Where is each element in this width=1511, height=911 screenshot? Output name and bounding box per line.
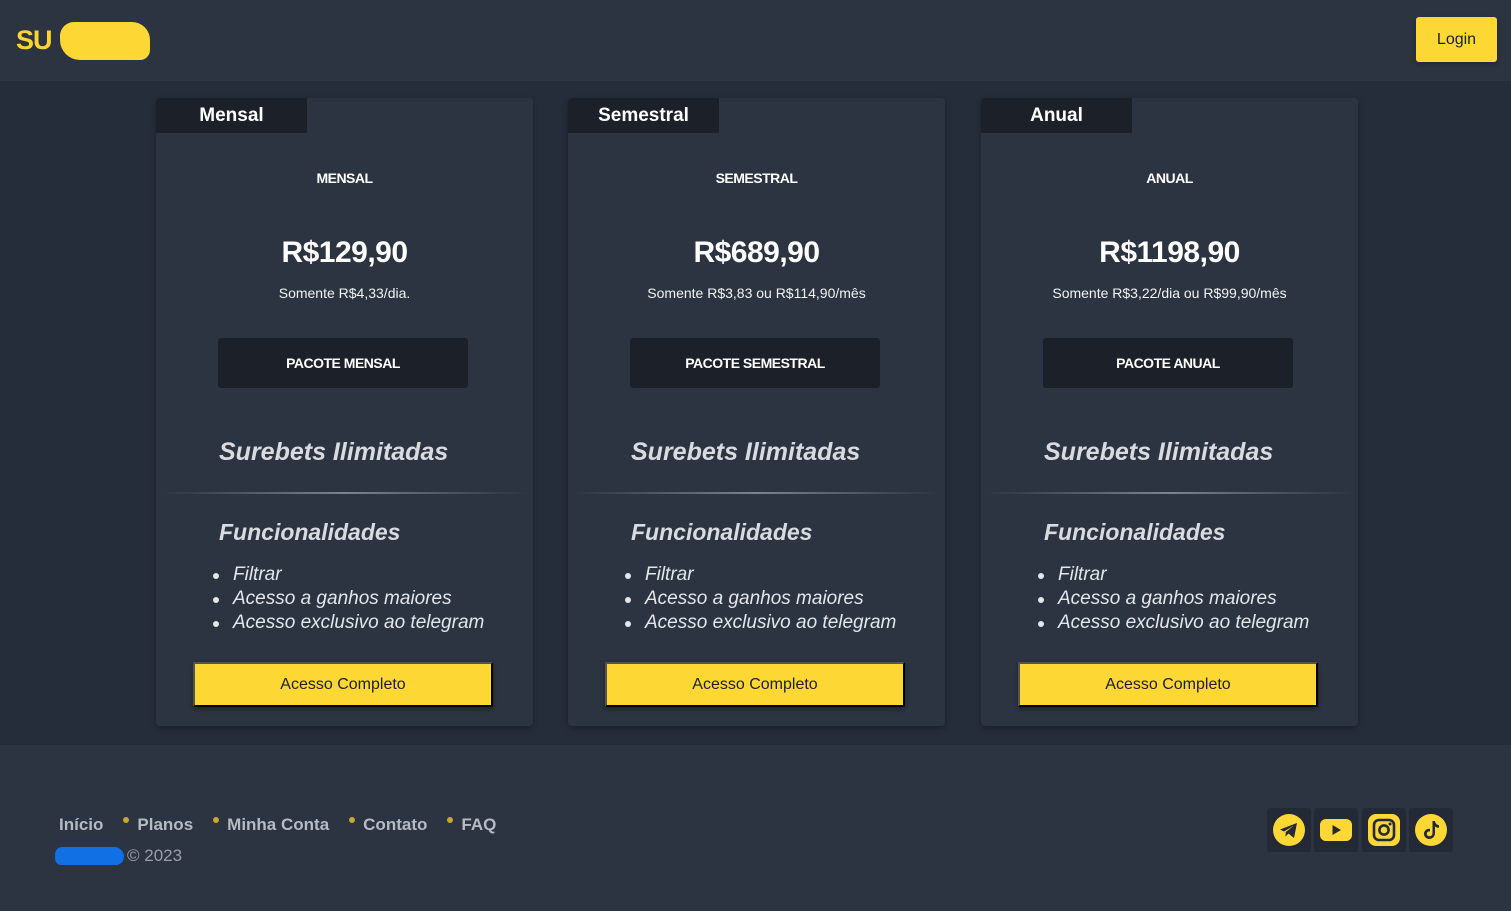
features-list: Filtrar Acesso a ganhos maiores Acesso e… (1036, 563, 1309, 635)
divider (987, 492, 1352, 494)
youtube-link[interactable] (1314, 808, 1358, 852)
footer-link-contato[interactable]: Contato (363, 815, 427, 835)
feature-item: Filtrar (211, 563, 484, 587)
logo-text: SU (16, 25, 53, 55)
plan-headline: Surebets Ilimitadas (631, 438, 861, 466)
nav-separator (447, 817, 454, 823)
feature-item: Acesso a ganhos maiores (1036, 587, 1309, 611)
feature-item: Acesso exclusivo ao telegram (1036, 611, 1309, 635)
youtube-icon (1320, 819, 1352, 841)
features-list: Filtrar Acesso a ganhos maiores Acesso e… (623, 563, 896, 635)
feature-item: Filtrar (1036, 563, 1309, 587)
telegram-link[interactable] (1267, 808, 1311, 852)
copyright: © 2023 (55, 846, 182, 866)
site-header: SU Login (0, 0, 1511, 81)
full-access-button[interactable]: Acesso Completo (193, 662, 493, 707)
plan-card-semestral: Semestral SEMESTRAL R$689,90 Somente R$3… (568, 98, 945, 726)
footer-link-planos[interactable]: Planos (137, 815, 193, 835)
logo[interactable]: SU (14, 22, 154, 60)
full-access-button[interactable]: Acesso Completo (1018, 662, 1318, 707)
features-title: Funcionalidades (631, 519, 813, 545)
plan-package-label: PACOTE SEMESTRAL (630, 338, 880, 388)
plan-price: R$1198,90 (1099, 236, 1240, 269)
plan-subtitle: Somente R$4,33/dia. (278, 285, 411, 301)
footer-nav: Início Planos Minha Conta Contato FAQ (59, 815, 496, 835)
feature-item: Acesso a ganhos maiores (211, 587, 484, 611)
feature-item: Filtrar (623, 563, 896, 587)
plan-card-mensal: Mensal MENSAL R$129,90 Somente R$4,33/di… (156, 98, 533, 726)
nav-separator (123, 817, 130, 823)
footer-link-faq[interactable]: FAQ (461, 815, 496, 835)
plans-section: Mensal MENSAL R$129,90 Somente R$4,33/di… (0, 81, 1511, 745)
divider (162, 492, 527, 494)
feature-item: Acesso exclusivo ao telegram (211, 611, 484, 635)
features-title: Funcionalidades (1044, 519, 1226, 545)
brand-redaction (55, 847, 124, 865)
plan-price: R$129,90 (281, 236, 408, 269)
plan-package-label: PACOTE MENSAL (218, 338, 468, 388)
divider (574, 492, 939, 494)
plan-kicker: SEMESTRAL (715, 170, 798, 186)
nav-separator (349, 817, 356, 823)
login-button[interactable]: Login (1416, 17, 1497, 62)
footer-link-inicio[interactable]: Início (59, 815, 103, 835)
plan-subtitle: Somente R$3,83 ou R$114,90/mês (647, 285, 866, 301)
tiktok-icon (1415, 814, 1447, 846)
feature-item: Acesso exclusivo ao telegram (623, 611, 896, 635)
nav-separator (213, 817, 220, 823)
features-title: Funcionalidades (219, 519, 401, 545)
plan-tab[interactable]: Anual (981, 98, 1132, 133)
instagram-icon (1368, 814, 1400, 846)
telegram-icon (1273, 814, 1305, 846)
plan-kicker: MENSAL (316, 170, 373, 186)
site-footer: Início Planos Minha Conta Contato FAQ © … (0, 745, 1511, 911)
full-access-button[interactable]: Acesso Completo (605, 662, 905, 707)
plan-tab[interactable]: Semestral (568, 98, 719, 133)
tiktok-link[interactable] (1409, 808, 1453, 852)
plan-headline: Surebets Ilimitadas (1044, 438, 1274, 466)
copyright-text: © 2023 (127, 846, 183, 865)
footer-link-minha-conta[interactable]: Minha Conta (227, 815, 329, 835)
feature-item: Acesso a ganhos maiores (623, 587, 896, 611)
features-list: Filtrar Acesso a ganhos maiores Acesso e… (211, 563, 484, 635)
plan-headline: Surebets Ilimitadas (219, 438, 449, 466)
instagram-link[interactable] (1362, 808, 1406, 852)
plan-tab[interactable]: Mensal (156, 98, 307, 133)
plan-price: R$689,90 (693, 236, 820, 269)
plan-kicker: ANUAL (1146, 170, 1193, 186)
logo-redaction-tail (84, 36, 150, 60)
plan-card-anual: Anual ANUAL R$1198,90 Somente R$3,22/dia… (981, 98, 1358, 726)
plan-package-label: PACOTE ANUAL (1043, 338, 1293, 388)
plan-subtitle: Somente R$3,22/dia ou R$99,90/mês (1052, 285, 1287, 301)
